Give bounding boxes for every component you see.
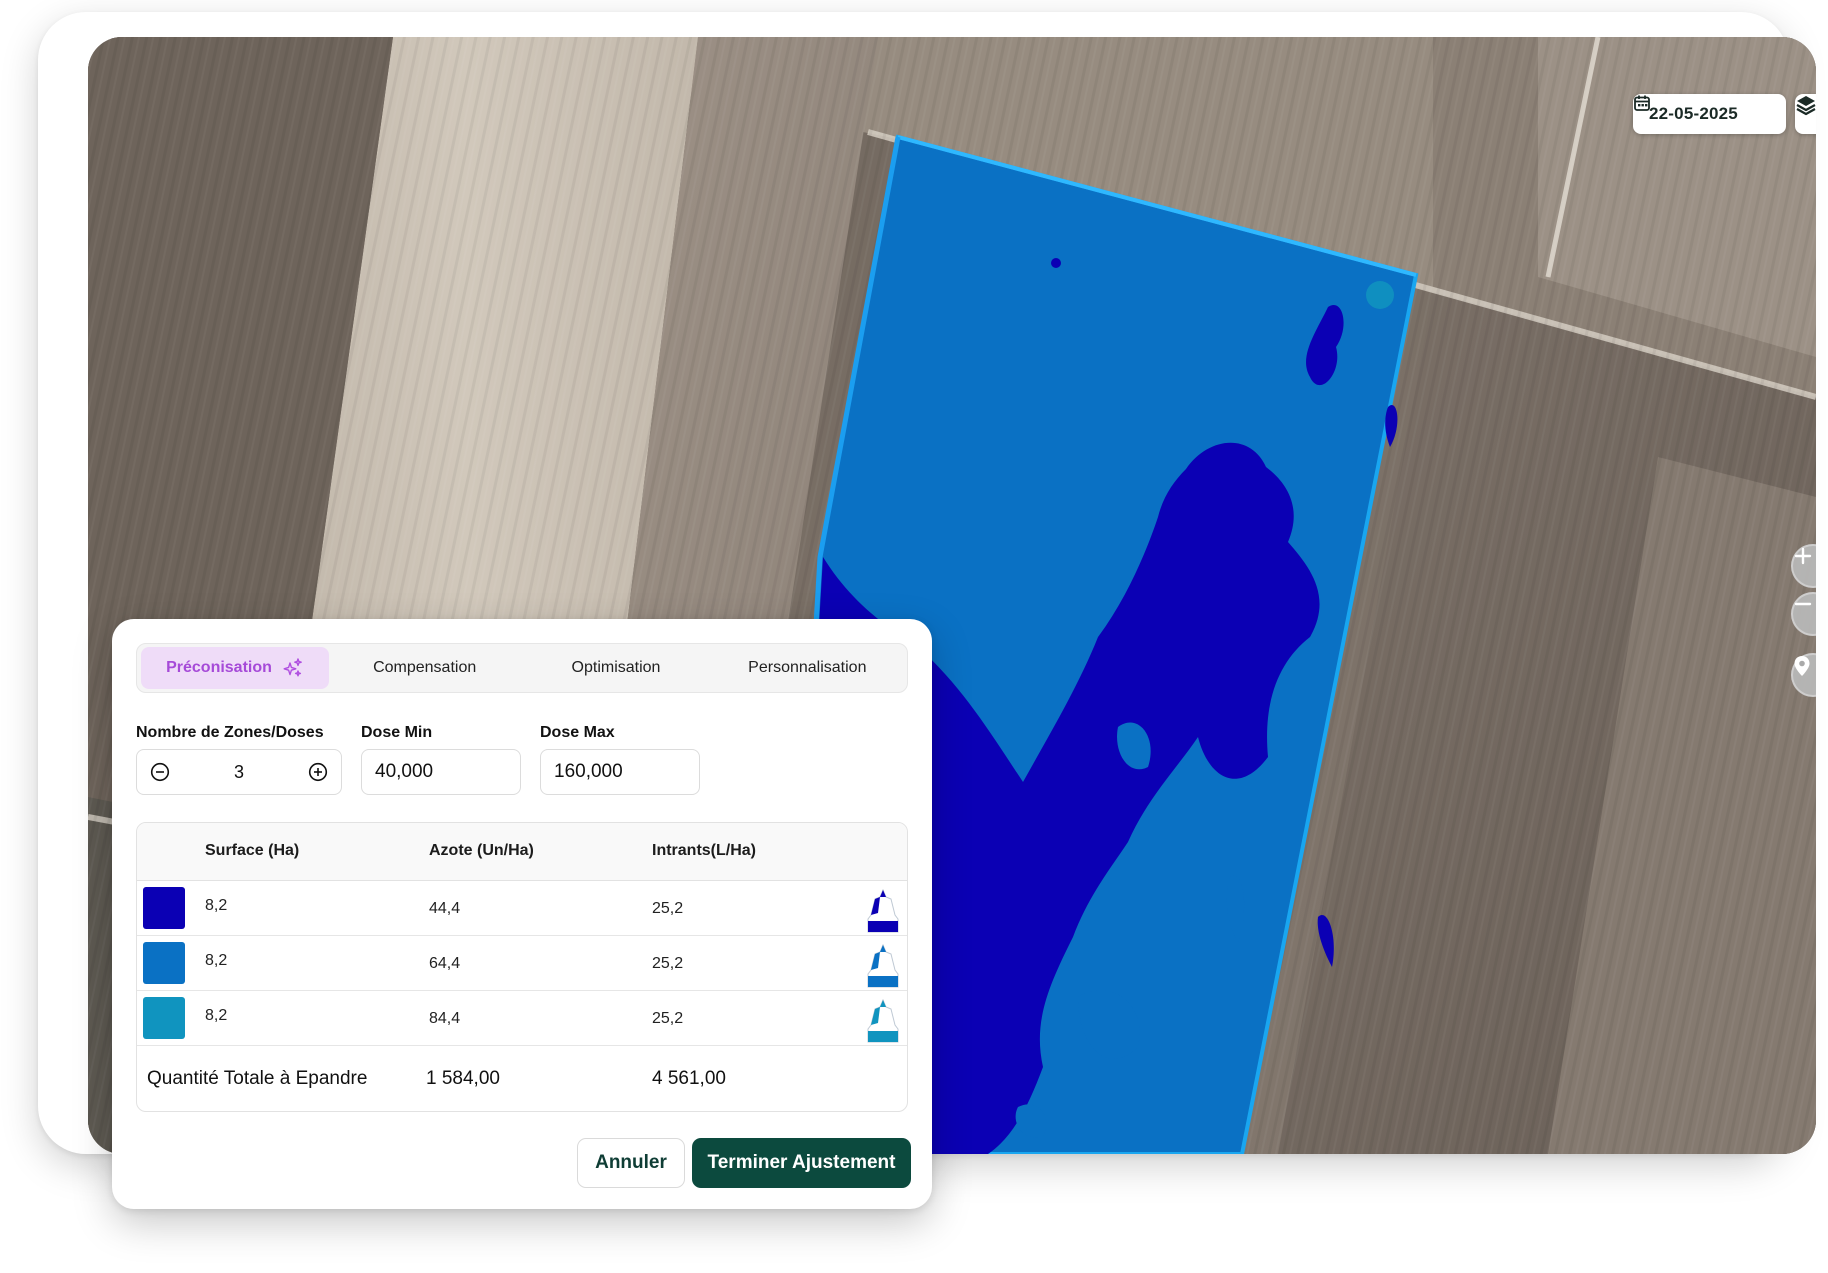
tab-label: Préconisation	[166, 659, 272, 676]
cancel-button[interactable]: Annuler	[577, 1138, 685, 1188]
header-intrants: Intrants(L/Ha)	[652, 842, 756, 859]
dose-max-input[interactable]	[540, 749, 700, 795]
zones-value[interactable]: 3	[209, 762, 269, 783]
sparkles-icon	[282, 657, 304, 679]
spreader-icon[interactable]	[867, 888, 899, 933]
tab-compensation[interactable]: Compensation	[329, 647, 520, 689]
tab-label: Optimisation	[571, 659, 661, 676]
cell-surface: 8,2	[205, 952, 228, 969]
tab-label: Personnalisation	[748, 659, 867, 676]
date-picker[interactable]: 22-05-2025	[1633, 94, 1786, 134]
zones-stepper: 3	[136, 749, 342, 795]
mode-tabs: Préconisation Compensation Optimisation …	[136, 643, 908, 693]
prescription-panel: Préconisation Compensation Optimisation …	[112, 619, 932, 1209]
cell-azote: 84,4	[429, 1010, 461, 1027]
cell-intrants: 25,2	[652, 900, 684, 917]
table-row[interactable]: 8,2 64,4 25,2	[137, 936, 907, 991]
total-azote: 1 584,00	[426, 1068, 500, 1089]
zone-color-swatch	[143, 887, 185, 929]
header-azote: Azote (Un/Ha)	[429, 842, 534, 859]
calendar-icon	[1634, 95, 1766, 123]
increment-button[interactable]	[307, 761, 329, 783]
decrement-button[interactable]	[149, 761, 171, 783]
date-text: 22-05-2025	[1649, 104, 1738, 123]
tab-optimisation[interactable]: Optimisation	[520, 647, 711, 689]
dose-min-label: Dose Min	[361, 724, 433, 741]
tab-label: Compensation	[373, 659, 477, 676]
dose-min-input[interactable]	[361, 749, 521, 795]
cell-surface: 8,2	[205, 897, 228, 914]
cell-azote: 64,4	[429, 955, 461, 972]
tab-preconisation[interactable]: Préconisation	[141, 647, 329, 689]
header-surface: Surface (Ha)	[205, 842, 300, 859]
table-row[interactable]: 8,2 84,4 25,2	[137, 991, 907, 1046]
spreader-icon[interactable]	[867, 998, 899, 1043]
zone-color-swatch	[143, 997, 185, 1039]
tab-personnalisation[interactable]: Personnalisation	[712, 647, 903, 689]
spreader-icon[interactable]	[867, 943, 899, 988]
layers-button[interactable]	[1795, 94, 1816, 134]
cell-intrants: 25,2	[652, 955, 684, 972]
table-row[interactable]: 8,2 44,4 25,2	[137, 881, 907, 936]
finish-adjustment-button[interactable]: Terminer Ajustement	[692, 1138, 911, 1188]
cell-surface: 8,2	[205, 1007, 228, 1024]
total-row: Quantité Totale à Epandre 1 584,00 4 561…	[137, 1046, 907, 1111]
cell-azote: 44,4	[429, 900, 461, 917]
total-label: Quantité Totale à Epandre	[147, 1068, 368, 1089]
total-intrants: 4 561,00	[652, 1068, 726, 1089]
table-header: Surface (Ha) Azote (Un/Ha) Intrants(L/Ha…	[137, 823, 907, 881]
dose-max-label: Dose Max	[540, 724, 615, 741]
minus-circle-icon	[150, 762, 170, 782]
plus-circle-icon	[308, 762, 328, 782]
zones-label: Nombre de Zones/Doses	[136, 724, 324, 741]
zone-color-swatch	[143, 942, 185, 984]
zones-table: Surface (Ha) Azote (Un/Ha) Intrants(L/Ha…	[136, 822, 908, 1112]
cell-intrants: 25,2	[652, 1010, 684, 1027]
